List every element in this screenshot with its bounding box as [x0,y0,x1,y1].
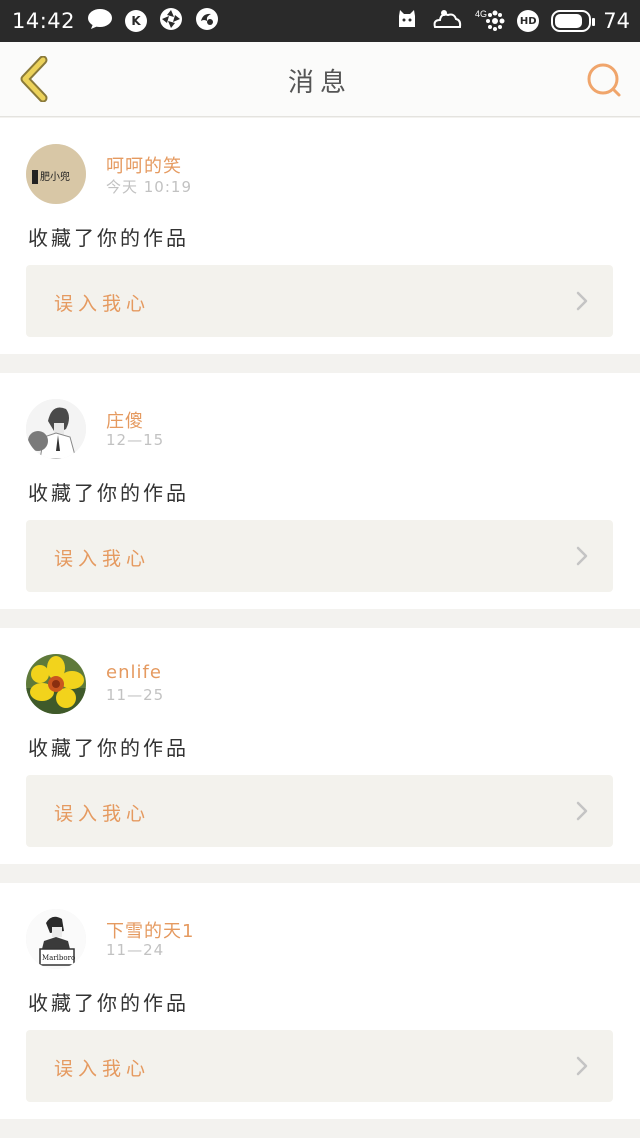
chevron-right-icon [576,291,588,311]
message-time: 12—15 [106,431,165,449]
work-link[interactable]: 误入我心 [26,775,613,847]
message-card: enlife 11—25 收藏了你的作品 误入我心 [0,628,640,864]
work-title: 误入我心 [54,803,151,825]
hd-label: HD [519,15,537,27]
chevron-right-icon [576,801,588,821]
user-name[interactable]: 庄傻 [106,407,144,433]
chevron-right-icon [576,1056,588,1076]
message-time: 11—24 [106,941,165,959]
message-time: 11—25 [106,686,165,704]
user-name[interactable]: 下雪的天1 [106,917,194,943]
search-button[interactable] [584,60,624,100]
avatar[interactable] [26,654,86,714]
4g-signal-icon: 4G [475,7,505,35]
status-bar: 14:42 K 4G HD 74 [0,0,640,42]
work-link[interactable]: 误入我心 [26,1030,613,1102]
status-right: 4G HD 74 [395,7,630,35]
k-app-label: K [131,14,141,28]
cat-app-icon [395,7,419,35]
chat-icon [87,8,113,34]
message-text: 收藏了你的作品 [28,481,189,505]
avatar-yellow-flower [26,654,86,714]
message-text: 收藏了你的作品 [28,226,189,250]
status-time: 14:42 [12,9,76,33]
k-app-icon: K [125,10,148,32]
message-text: 收藏了你的作品 [28,991,189,1015]
search-icon [587,63,621,97]
avatar-beige-logo: 肥小兜 [26,144,86,204]
message-list: 肥小兜 呵呵的笑 今天 10:19 收藏了你的作品 误入我心 庄傻 12—15 [0,118,640,1138]
work-link[interactable]: 误入我心 [26,520,613,592]
cloud-app-icon [431,7,463,35]
user-name[interactable]: enlife [106,662,162,683]
aperture-icon [159,7,183,35]
work-title: 误入我心 [54,1058,151,1080]
message-time: 今天 10:19 [106,178,192,196]
swirl-app-icon [195,7,219,35]
avatar-logo-text: 肥小兜 [40,170,70,183]
battery-percent: 74 [603,9,630,33]
avatar[interactable]: 肥小兜 [26,144,86,204]
battery-level [555,14,582,28]
message-card: 肥小兜 呵呵的笑 今天 10:19 收藏了你的作品 误入我心 [0,118,640,354]
work-title: 误入我心 [54,293,151,315]
avatar-marlboro-sketch: Marlboro [26,909,86,969]
hd-icon: HD [517,10,540,32]
message-card: Marlboro 下雪的天1 11—24 收藏了你的作品 误入我心 [0,883,640,1119]
work-title: 误入我心 [54,548,151,570]
user-name[interactable]: 呵呵的笑 [106,152,182,178]
chevron-right-icon [576,546,588,566]
avatar[interactable]: Marlboro [26,909,86,969]
avatar-logo-text: Marlboro [42,954,75,962]
message-card: 庄傻 12—15 收藏了你的作品 误入我心 [0,373,640,609]
4g-label: 4G [475,9,487,19]
page-title: 消息 [287,68,352,98]
message-text: 收藏了你的作品 [28,736,189,760]
work-link[interactable]: 误入我心 [26,265,613,337]
avatar-anime-sketch [26,399,86,459]
status-left: 14:42 K [12,7,219,35]
avatar[interactable] [26,399,86,459]
header: 消息 [0,42,640,117]
battery-icon [551,10,596,32]
